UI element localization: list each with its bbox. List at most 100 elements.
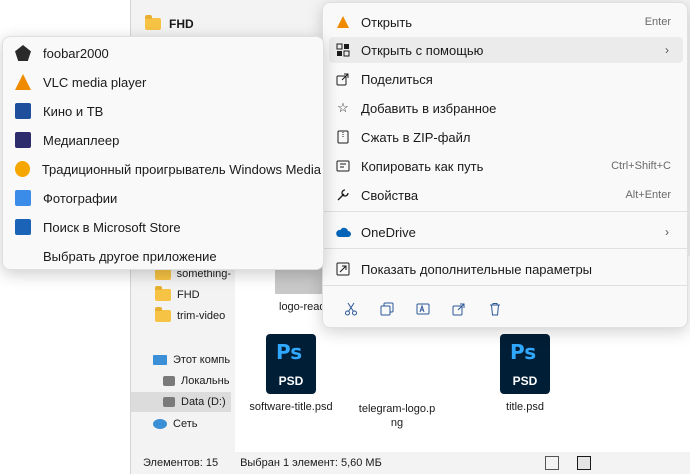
submenu-item-media-player[interactable]: Медиаплеер [7,127,321,153]
menu-item-add-favorites[interactable]: ☆ Добавить в избранное [329,95,683,121]
submenu-item-label: Кино и ТВ [43,103,104,119]
tiles-view-icon[interactable] [577,456,591,470]
menu-item-label: Сжать в ZIP-файл [361,129,471,145]
shortcut-label: Enter [644,16,671,28]
quick-actions-row [333,297,513,321]
zip-icon [335,129,351,145]
movies-tv-icon [15,103,31,119]
menu-item-label: Поделиться [361,71,433,87]
submenu-item-photos[interactable]: Фотографии [7,185,321,211]
file-item-title[interactable]: Ps PSD title.psd [475,334,575,414]
nav-item-trim-video[interactable]: trim-video [131,306,231,326]
nav-item-this-pc[interactable]: Этот компь [131,350,231,370]
menu-item-compress-zip[interactable]: Сжать в ZIP-файл [329,124,683,150]
photos-icon [15,190,31,206]
cloud-icon [335,224,351,240]
share-icon [335,71,351,87]
submenu-item-label: VLC media player [43,74,147,90]
status-selection: Выбран 1 элемент: 5,60 МБ [240,457,382,469]
nav-item-label: Сеть [173,418,198,430]
menu-item-copy-path[interactable]: Копировать как путь Ctrl+Shift+C [329,153,683,179]
wrench-icon [335,187,351,203]
shortcut-label: Ctrl+Shift+C [611,160,671,172]
submenu-item-label: Фотографии [43,190,118,206]
submenu-item-label: Выбрать другое приложение [43,248,217,264]
status-bar: Элементов: 15 Выбран 1 элемент: 5,60 МБ [131,452,690,474]
submenu-item-label: Традиционный проигрыватель Windows Media [41,161,321,177]
cut-icon[interactable] [333,297,369,321]
menu-item-more-options[interactable]: Показать дополнительные параметры [329,256,683,282]
open-with-icon [335,42,351,58]
menu-item-properties[interactable]: Свойства Alt+Enter [329,182,683,208]
psd-file-icon: Ps PSD [500,334,550,394]
ps-badge: Ps [510,340,537,364]
foobar-icon [15,45,31,61]
menu-separator [323,285,689,286]
view-toggle-group [533,456,591,470]
rename-icon[interactable] [405,297,441,321]
nav-item-fhd[interactable]: FHD [131,285,231,305]
menu-item-share[interactable]: Поделиться [329,66,683,92]
file-name: software-title.psd [249,401,333,413]
menu-item-label: OneDrive [361,224,416,240]
submenu-item-wmp[interactable]: Традиционный проигрыватель Windows Media [7,156,321,182]
nav-item-label: Data (D:) [181,396,226,408]
folder-title: FHD [169,17,194,31]
folder-icon [155,307,171,322]
submenu-item-vlc[interactable]: VLC media player [7,69,321,95]
navigation-pane: something- FHD trim-video Этот компь Лок… [131,256,233,452]
psd-label: PSD [278,374,304,388]
nav-item-local-disk[interactable]: Локальнь [131,371,231,391]
drive-icon [163,397,175,407]
submenu-item-label: Поиск в Microsoft Store [43,219,181,235]
nav-item-label: Локальнь [181,375,230,387]
copy-path-icon [335,158,351,174]
submenu-item-ms-store[interactable]: Поиск в Microsoft Store [7,214,321,240]
submenu-item-label: foobar2000 [43,45,109,61]
file-item-telegram-logo[interactable]: telegram-logo.p ng [347,402,447,430]
nav-item-data-d[interactable]: Data (D:) [131,392,231,412]
nav-item-label: trim-video [177,310,226,322]
more-options-icon [335,261,351,277]
nav-item-network[interactable]: Сеть [131,414,231,434]
menu-item-label: Свойства [361,187,419,203]
delete-icon[interactable] [477,297,513,321]
submenu-item-choose-app[interactable]: Выбрать другое приложение [7,243,321,269]
file-name: title.psd [506,401,544,413]
menu-item-label: Копировать как путь [361,158,484,174]
store-icon [15,219,31,235]
open-with-submenu: foobar2000 VLC media player Кино и ТВ Ме… [2,36,324,270]
menu-item-open-with[interactable]: Открыть с помощью › [329,37,683,63]
menu-item-label: Показать дополнительные параметры [361,261,593,277]
network-icon [153,419,167,429]
chevron-right-icon: › [665,43,669,57]
folder-icon [145,15,161,30]
menu-separator [323,211,689,212]
folder-title-row: FHD [145,12,194,36]
share-icon[interactable] [441,297,477,321]
menu-item-label: Добавить в избранное [361,100,497,116]
menu-item-onedrive[interactable]: OneDrive › [329,219,683,245]
submenu-item-movies-tv[interactable]: Кино и ТВ [7,98,321,124]
vlc-icon [15,74,31,90]
submenu-item-foobar2000[interactable]: foobar2000 [7,40,321,66]
shortcut-label: Alt+Enter [625,189,671,201]
details-view-icon[interactable] [545,456,559,470]
vlc-cone-icon [335,14,351,30]
nav-item-label: FHD [177,289,200,301]
copy-icon[interactable] [369,297,405,321]
menu-item-open[interactable]: Открыть Enter [329,9,683,35]
nav-item-label: Этот компь [173,354,231,366]
star-icon: ☆ [337,100,349,115]
file-item-software-title[interactable]: Ps PSD software-title.psd [241,334,341,414]
menu-separator [323,248,689,249]
file-name: telegram-logo.p ng [358,403,436,429]
pc-icon [153,355,167,365]
menu-item-label: Открыть с помощью [361,42,484,58]
submenu-item-label: Медиаплеер [43,132,120,148]
folder-icon [155,286,171,301]
ps-badge: Ps [276,340,303,364]
drive-icon [163,376,175,386]
media-player-icon [15,132,31,148]
context-menu: Открыть Enter Открыть с помощью › Подели… [322,2,689,328]
